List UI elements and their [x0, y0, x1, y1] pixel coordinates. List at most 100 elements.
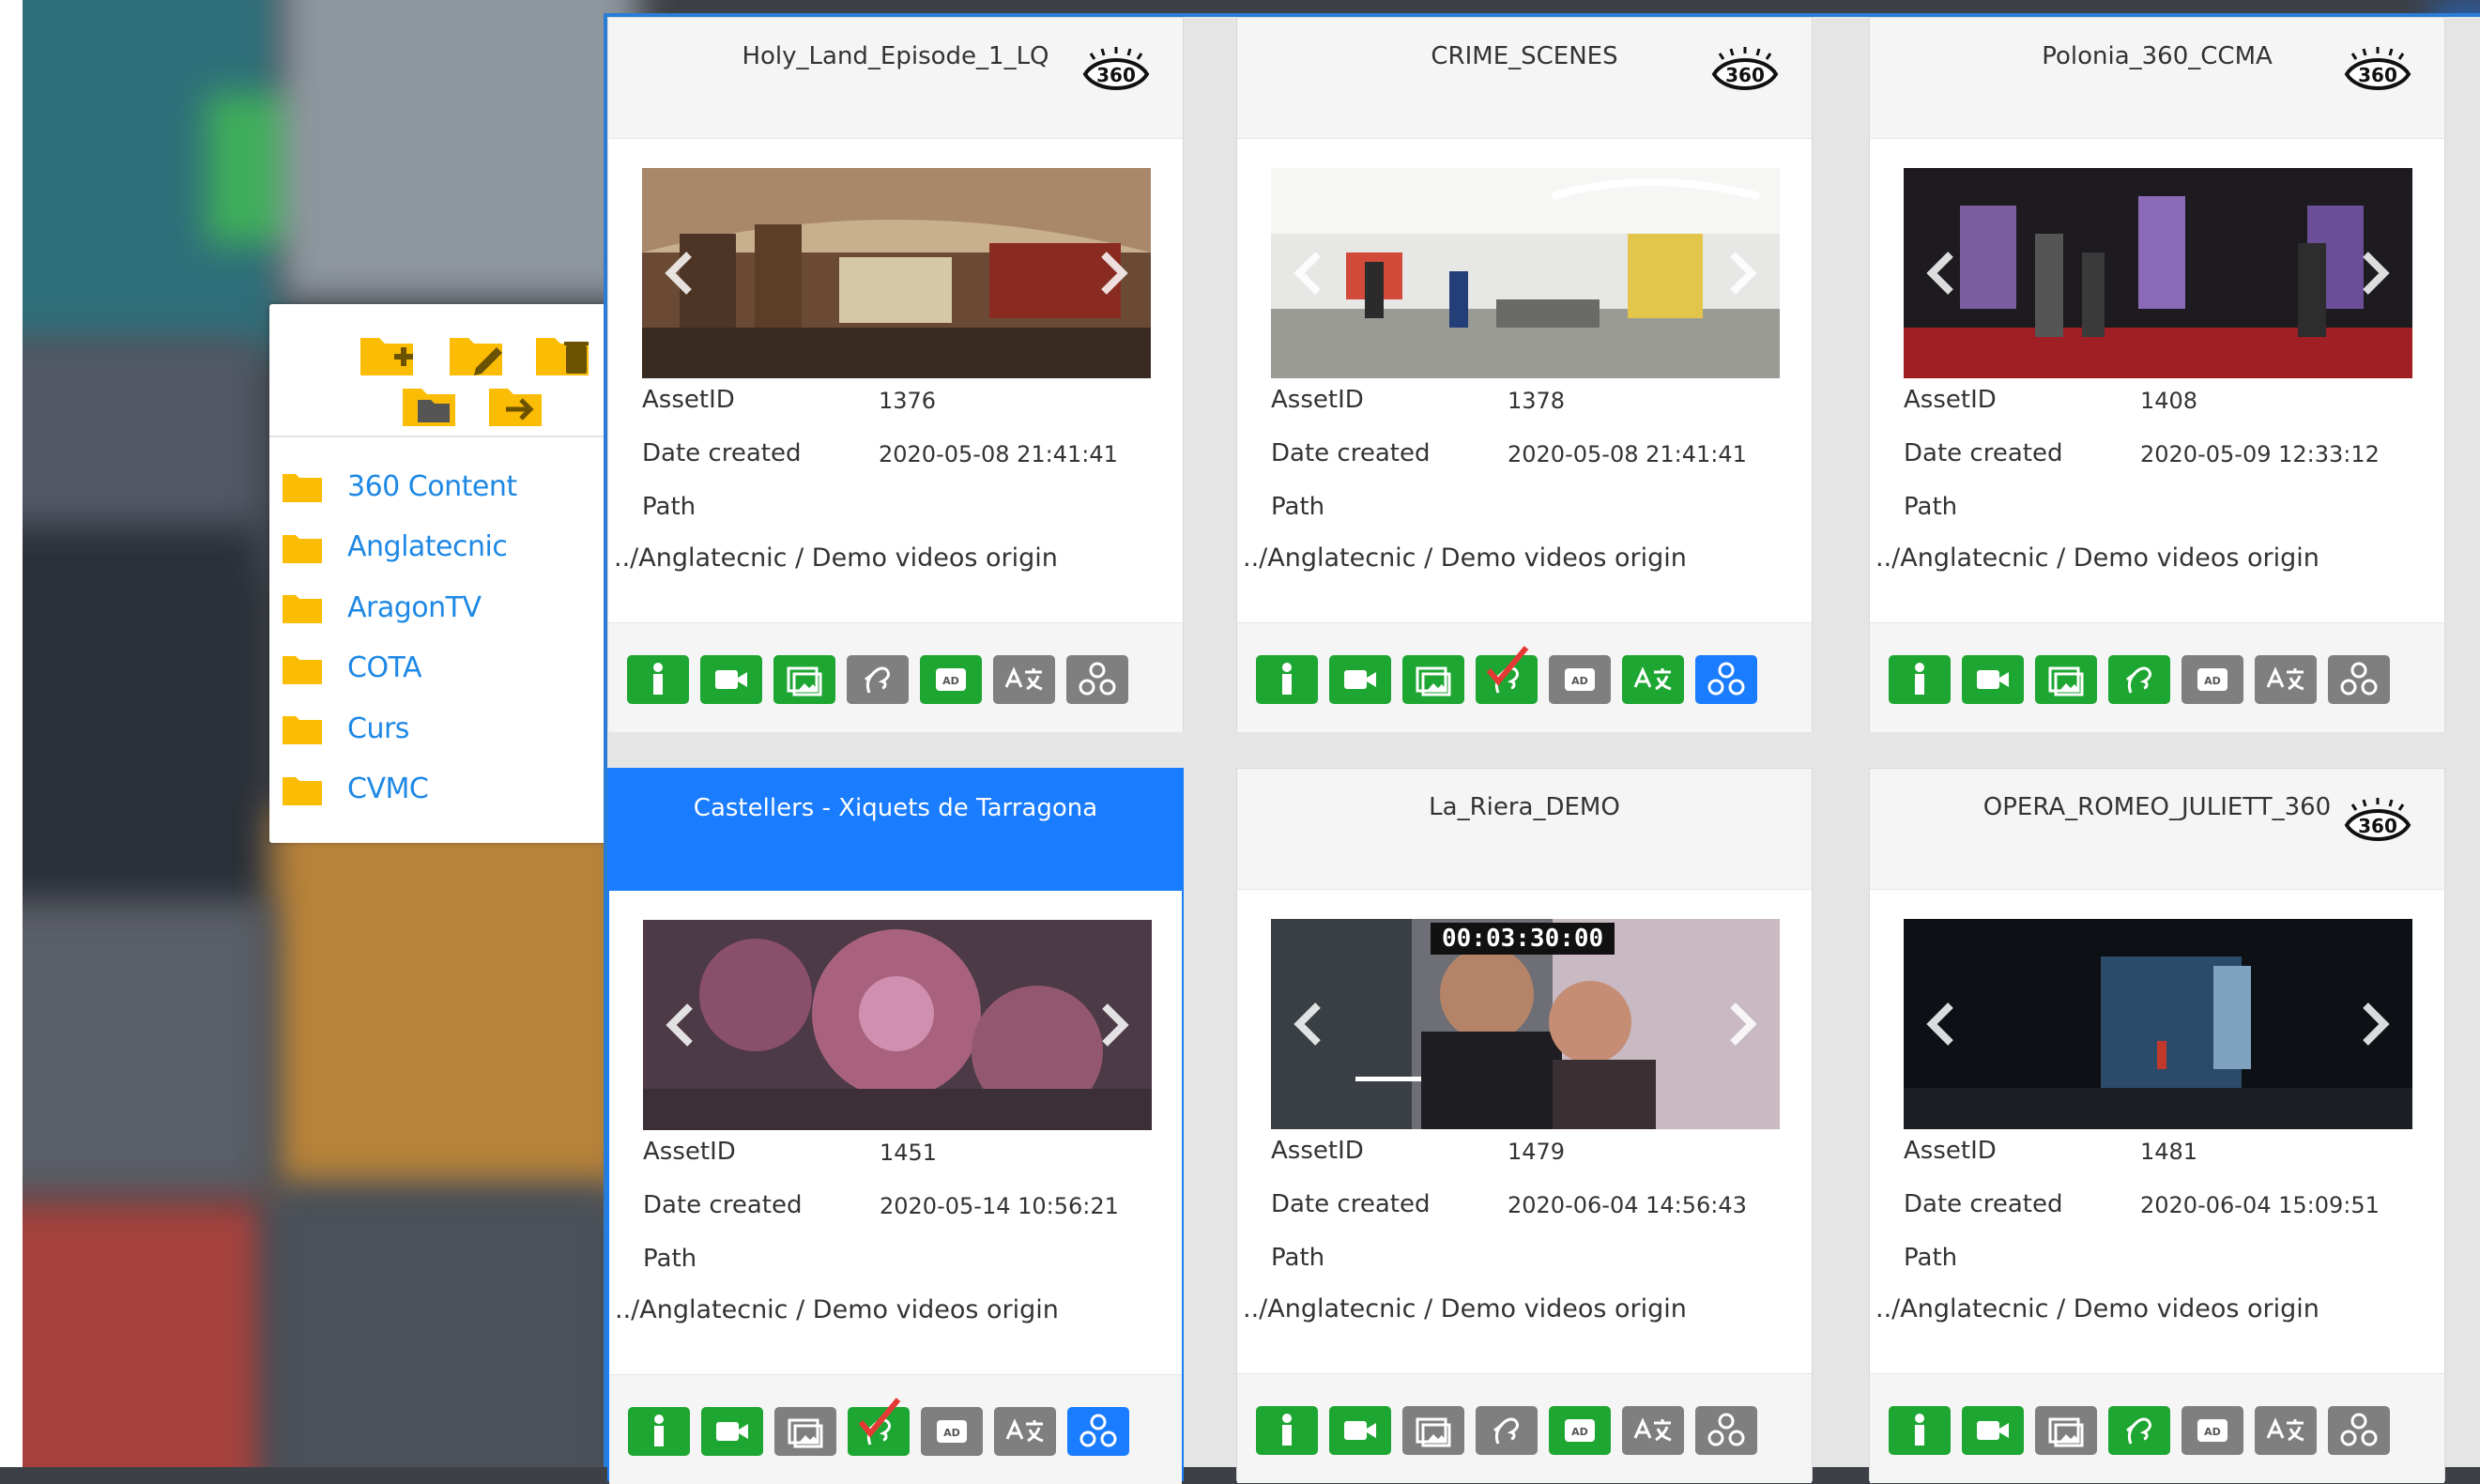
audio-description-button[interactable]: AD [921, 1407, 983, 1456]
translate-button[interactable] [2255, 1406, 2317, 1455]
video-button[interactable] [1329, 655, 1391, 704]
audio-description-button[interactable]: AD [920, 655, 982, 704]
video-thumbnail[interactable] [1904, 168, 2412, 378]
folder-move-icon[interactable] [487, 381, 547, 430]
video-thumbnail[interactable]: 00:03:30:00 [1271, 919, 1780, 1129]
folder-add-icon[interactable] [359, 330, 419, 379]
translate-button[interactable] [2255, 655, 2317, 704]
previous-arrow-icon[interactable] [1292, 1000, 1329, 1048]
video-button[interactable] [1962, 1406, 2024, 1455]
image-gallery-button[interactable] [1402, 655, 1464, 704]
video-icon [1329, 1406, 1391, 1455]
share-button[interactable] [1695, 1406, 1757, 1455]
date-created-row: Date created 2020-05-08 21:41:41 [1271, 439, 1797, 493]
previous-arrow-icon[interactable] [1292, 249, 1329, 298]
sign-language-button[interactable] [2108, 1406, 2170, 1455]
audio-description-button[interactable]: AD [1549, 655, 1611, 704]
folder-item[interactable]: 360 Content [269, 456, 607, 517]
background-tile [263, 1183, 620, 1467]
folder-delete-icon[interactable] [534, 330, 594, 379]
date-created-label: Date created [643, 1191, 803, 1219]
video-button[interactable] [1962, 655, 2024, 704]
share-button[interactable] [2328, 1406, 2390, 1455]
share-button[interactable] [1066, 655, 1128, 704]
info-button[interactable] [1256, 655, 1318, 704]
asset-card[interactable]: La_Riera_DEMO 00:03:30:00 AssetID 1479 D… [1236, 768, 1813, 1483]
card-header: OPERA_ROMEO_JULIETT_360 360 [1870, 769, 2444, 890]
previous-arrow-icon[interactable] [1924, 249, 1962, 298]
folder-icon[interactable] [401, 381, 461, 430]
video-icon [1329, 655, 1391, 704]
asset-id-value: 1451 [880, 1140, 938, 1166]
translate-button[interactable] [994, 1407, 1056, 1456]
asset-card[interactable]: Castellers - Xiquets de Tarragona AssetI… [607, 768, 1184, 1484]
asset-card[interactable]: Holy_Land_Episode_1_LQ 360 AssetID 1376 … [607, 17, 1184, 732]
audio-description-icon: AD [1549, 655, 1611, 704]
sign-language-button[interactable] [2108, 655, 2170, 704]
sign-language-button[interactable] [848, 1398, 910, 1456]
image-gallery-button[interactable] [2035, 655, 2097, 704]
video-thumbnail[interactable] [642, 168, 1151, 378]
video-thumbnail[interactable] [643, 920, 1152, 1130]
info-button[interactable] [628, 1407, 690, 1456]
folder-item[interactable]: Curs [269, 698, 607, 759]
next-arrow-icon[interactable] [1722, 249, 1759, 298]
path-row: Path [1904, 493, 2429, 546]
sign-language-button[interactable] [847, 655, 909, 704]
translate-icon [2255, 655, 2317, 704]
folder-item[interactable]: CVMC [269, 759, 607, 820]
path-label: Path [642, 493, 697, 521]
next-arrow-icon[interactable] [1722, 1000, 1759, 1048]
next-arrow-icon[interactable] [2354, 249, 2392, 298]
sign-language-button[interactable] [1476, 1406, 1538, 1455]
image-gallery-button[interactable] [773, 655, 835, 704]
next-arrow-icon[interactable] [2354, 1000, 2392, 1048]
asset-id-value: 1376 [879, 388, 937, 414]
next-arrow-icon[interactable] [1094, 1001, 1131, 1049]
share-button[interactable] [1695, 655, 1757, 704]
image-gallery-button[interactable] [1402, 1406, 1464, 1455]
video-thumbnail[interactable] [1904, 919, 2412, 1129]
date-created-label: Date created [1904, 1190, 2063, 1218]
translate-button[interactable] [1622, 1406, 1684, 1455]
image-gallery-button[interactable] [774, 1407, 836, 1456]
folder-item[interactable]: AragonTV [269, 577, 607, 638]
video-button[interactable] [1329, 1406, 1391, 1455]
asset-id-value: 1481 [2140, 1139, 2198, 1165]
folder-toolbar [269, 304, 607, 437]
info-button[interactable] [627, 655, 689, 704]
sign-language-icon [1476, 646, 1538, 704]
asset-card[interactable]: CRIME_SCENES 360 AssetID 1378 Date creat… [1236, 17, 1813, 732]
folder-edit-icon[interactable] [448, 330, 508, 379]
sign-language-button[interactable] [1476, 646, 1538, 704]
audio-description-button[interactable]: AD [1549, 1406, 1611, 1455]
share-button[interactable] [2328, 655, 2390, 704]
audio-description-button[interactable]: AD [2181, 1406, 2243, 1455]
video-button[interactable] [701, 1407, 763, 1456]
previous-arrow-icon[interactable] [1924, 1000, 1962, 1048]
info-icon [1256, 1406, 1318, 1455]
translate-button[interactable] [1622, 655, 1684, 704]
share-button[interactable] [1067, 1407, 1129, 1456]
video-thumbnail[interactable] [1271, 168, 1780, 378]
info-button[interactable] [1889, 1406, 1951, 1455]
previous-arrow-icon[interactable] [663, 249, 700, 298]
previous-arrow-icon[interactable] [664, 1001, 701, 1049]
image-gallery-button[interactable] [2035, 1406, 2097, 1455]
asset-card[interactable]: Polonia_360_CCMA 360 AssetID 1408 Date c… [1869, 17, 2445, 732]
info-button[interactable] [1889, 655, 1951, 704]
translate-button[interactable] [993, 655, 1055, 704]
folder-item[interactable]: COTA [269, 638, 607, 699]
360-view-icon: 360 [1078, 46, 1155, 99]
asset-id-label: AssetID [642, 386, 735, 414]
folder-icon [282, 469, 347, 503]
next-arrow-icon[interactable] [1093, 249, 1130, 298]
left-edge [0, 0, 23, 1467]
video-button[interactable] [700, 655, 762, 704]
asset-card[interactable]: OPERA_ROMEO_JULIETT_360 360 AssetID 1481… [1869, 768, 2445, 1483]
info-icon [1889, 1406, 1951, 1455]
path-row: Path [1271, 1244, 1797, 1297]
audio-description-button[interactable]: AD [2181, 655, 2243, 704]
info-button[interactable] [1256, 1406, 1318, 1455]
folder-item[interactable]: Anglatecnic [269, 517, 607, 578]
